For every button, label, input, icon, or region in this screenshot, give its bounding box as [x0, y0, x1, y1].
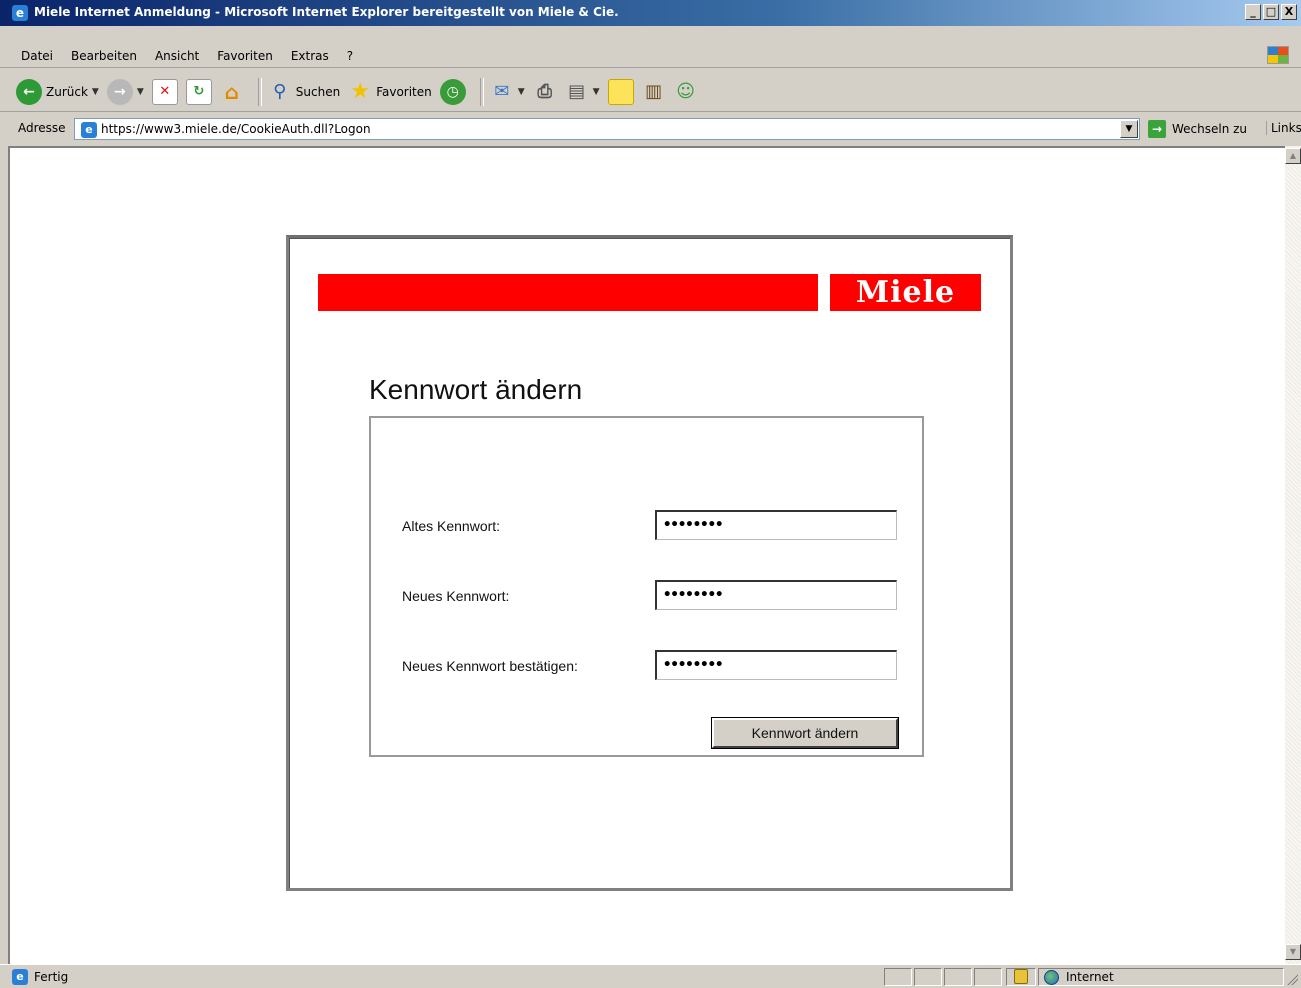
confirm-password-field[interactable]: •••••••• — [655, 650, 897, 680]
minimize-button[interactable]: _ — [1245, 4, 1261, 20]
note-icon — [607, 78, 634, 105]
go-arrow-icon: → — [1148, 120, 1166, 138]
research-icon: ▥ — [645, 81, 663, 102]
scroll-up-icon[interactable]: ▲ — [1285, 148, 1301, 164]
messenger-icon: ☺ — [676, 81, 695, 102]
history-button[interactable]: ◷ — [439, 78, 466, 105]
menu-ansicht[interactable]: Ansicht — [146, 49, 208, 63]
login-panel: Miele Kennwort ändern Altes Kennwort: ••… — [286, 235, 1013, 891]
menu-help[interactable]: ? — [338, 49, 362, 63]
menu-extras[interactable]: Extras — [282, 49, 338, 63]
page-status-icon: e — [12, 969, 28, 985]
new-password-field[interactable]: •••••••• — [655, 580, 897, 610]
address-input[interactable]: e https://www3.miele.de/CookieAuth.dll?L… — [74, 118, 1140, 140]
status-cell — [944, 968, 972, 986]
change-password-button[interactable]: Kennwort ändern — [711, 717, 899, 749]
close-button[interactable]: X — [1281, 4, 1297, 20]
favorites-button[interactable]: ★ Favoriten — [348, 79, 432, 104]
address-url[interactable]: https://www3.miele.de/CookieAuth.dll?Log… — [101, 122, 371, 136]
messenger-button[interactable]: ☺ — [674, 80, 698, 104]
menu-bearbeiten[interactable]: Bearbeiten — [62, 49, 146, 63]
globe-icon — [1044, 970, 1059, 985]
status-cell — [974, 968, 1002, 986]
security-zone: Internet — [1066, 970, 1114, 984]
print-button[interactable]: ⎙ — [533, 80, 557, 104]
star-icon: ★ — [350, 79, 371, 104]
links-button[interactable]: Links — [1266, 121, 1301, 135]
chevron-down-icon[interactable]: ▼ — [593, 87, 600, 97]
search-label: Suchen — [295, 84, 341, 99]
maximize-button[interactable]: □ — [1263, 4, 1279, 20]
stop-button[interactable]: ✕ — [151, 78, 178, 105]
miele-logo: Miele — [830, 274, 981, 311]
history-icon: ◷ — [439, 78, 466, 105]
discuss-button[interactable] — [607, 78, 634, 105]
edit-icon: ▤ — [568, 81, 586, 102]
lock-icon[interactable] — [1014, 969, 1028, 984]
forward-button[interactable]: → ▼ — [106, 78, 144, 105]
page-title: Kennwort ändern — [369, 374, 583, 405]
status-text: Fertig — [34, 970, 69, 984]
mail-button[interactable]: ✉ ▼ — [490, 80, 525, 104]
ie-icon[interactable]: e — [12, 5, 28, 21]
menu-datei[interactable]: Datei — [0, 49, 62, 63]
brand-bar — [318, 274, 818, 311]
search-button[interactable]: ⚲ Suchen — [268, 80, 340, 104]
old-password-field[interactable]: •••••••• — [655, 510, 897, 540]
home-icon: ⌂ — [224, 79, 239, 104]
scroll-down-icon[interactable]: ▼ — [1285, 944, 1301, 960]
chevron-down-icon[interactable]: ▼ — [1120, 120, 1138, 138]
status-bar: e Fertig Internet — [0, 964, 1301, 988]
refresh-icon: ↻ — [185, 78, 212, 105]
status-cell — [884, 968, 912, 986]
window-title: Miele Internet Anmeldung - Microsoft Int… — [34, 5, 619, 19]
chevron-down-icon[interactable]: ▼ — [137, 87, 144, 97]
home-button[interactable]: ⌂ — [220, 80, 244, 104]
status-cell — [914, 968, 942, 986]
menu-bar: Datei Bearbeiten Ansicht Favoriten Extra… — [0, 44, 1301, 68]
toolbar-separator — [257, 77, 262, 106]
chevron-down-icon[interactable]: ▼ — [518, 87, 525, 97]
refresh-button[interactable]: ↻ — [185, 78, 212, 105]
old-password-label: Altes Kennwort: — [402, 518, 501, 534]
search-icon: ⚲ — [273, 81, 287, 102]
chevron-down-icon[interactable]: ▼ — [92, 87, 99, 97]
new-password-label: Neues Kennwort: — [402, 588, 510, 604]
forward-arrow-icon: → — [106, 78, 133, 105]
back-label: Zurück — [46, 84, 88, 99]
resize-grip-icon[interactable] — [1286, 973, 1298, 985]
address-bar: Adresse e https://www3.miele.de/CookieAu… — [0, 116, 1301, 142]
back-arrow-icon: ← — [16, 78, 42, 105]
toolbar-separator — [479, 77, 484, 106]
confirm-password-label: Neues Kennwort bestätigen: — [402, 658, 578, 674]
favorites-label: Favoriten — [376, 84, 432, 99]
page-icon: e — [81, 122, 97, 138]
page-viewport: Miele Kennwort ändern Altes Kennwort: ••… — [8, 146, 1285, 964]
back-button[interactable]: ← Zurück ▼ — [16, 78, 99, 105]
go-button[interactable]: → Wechseln zu — [1148, 120, 1247, 138]
standard-toolbar: ← Zurück ▼ → ▼ ✕ ↻ ⌂ ⚲ Suchen ★ Favorite… — [0, 72, 1301, 112]
menu-favoriten[interactable]: Favoriten — [208, 49, 282, 63]
address-label: Adresse — [18, 121, 66, 135]
vertical-scrollbar[interactable]: ▲ ▼ — [1285, 146, 1301, 964]
stop-icon: ✕ — [151, 78, 178, 105]
go-label: Wechseln zu — [1172, 122, 1248, 136]
title-bar: e Miele Internet Anmeldung - Microsoft I… — [0, 0, 1301, 26]
change-password-form: Altes Kennwort: •••••••• Neues Kennwort:… — [369, 416, 924, 757]
edit-button[interactable]: ▤ ▼ — [565, 80, 600, 104]
printer-icon: ⎙ — [537, 81, 552, 102]
research-button[interactable]: ▥ — [642, 80, 666, 104]
mail-icon: ✉ — [494, 81, 510, 102]
windows-logo-icon — [1267, 46, 1289, 64]
window-controls: _ □ X — [1245, 4, 1297, 20]
